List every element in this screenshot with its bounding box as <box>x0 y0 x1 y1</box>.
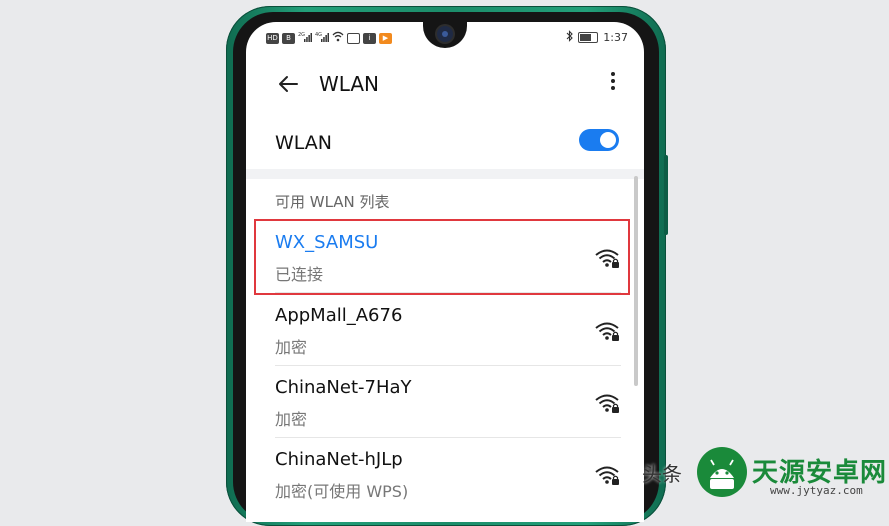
section-separator <box>246 169 644 179</box>
toggle-knob <box>600 132 616 148</box>
svg-text:4G: 4G <box>315 32 322 38</box>
watermark-toutiao: 头条 <box>642 462 682 486</box>
arrow-left-icon[interactable] <box>276 72 300 96</box>
watermark-site-url: www.jytyaz.com <box>770 484 863 497</box>
list-divider <box>275 292 621 293</box>
network-status: 加密 <box>275 410 308 429</box>
network-item-chinanet-hjlp[interactable]: ChinaNet-hJLp 加密(可使用 WPS) <box>246 439 644 509</box>
signal-4g-icon: 4G <box>315 31 329 46</box>
b-icon: B <box>282 32 295 44</box>
network-name: ChinaNet-7HaY <box>275 377 412 398</box>
front-camera-icon <box>437 26 453 42</box>
android-logo-icon <box>697 447 747 497</box>
wifi-locked-icon <box>595 322 619 341</box>
phone-side-key <box>664 155 668 235</box>
svg-text:2G: 2G <box>298 32 305 38</box>
app-header: WLAN <box>246 66 644 106</box>
play-icon: ▶ <box>379 32 392 44</box>
network-name: AppMall_A676 <box>275 305 403 326</box>
network-item-appmall[interactable]: AppMall_A676 加密 <box>246 295 644 365</box>
list-divider <box>275 437 621 438</box>
bluetooth-icon <box>566 30 574 45</box>
status-time: 1:37 <box>603 31 628 44</box>
more-vert-icon[interactable] <box>608 70 618 96</box>
wifi-status-icon <box>332 31 344 46</box>
image-icon <box>347 32 360 44</box>
notch <box>423 22 467 48</box>
status-bar-left: HD B 2G 4G i ▶ <box>266 31 392 45</box>
wifi-locked-icon <box>595 249 619 268</box>
wifi-locked-icon <box>595 394 619 413</box>
available-networks-label: 可用 WLAN 列表 <box>275 193 390 211</box>
wifi-locked-icon <box>595 466 619 485</box>
info-icon: i <box>363 32 376 44</box>
network-item-chinanet-7hay[interactable]: ChinaNet-7HaY 加密 <box>246 367 644 437</box>
network-status: 加密(可使用 WPS) <box>275 482 409 501</box>
network-name: ChinaNet-hJLp <box>275 449 403 470</box>
wlan-toggle-label: WLAN <box>275 132 333 154</box>
signal-2g-icon: 2G <box>298 31 312 46</box>
status-bar-right: 1:37 <box>566 30 628 45</box>
network-status: 已连接 <box>275 265 324 284</box>
network-item-wx-samsu[interactable]: WX_SAMSU 已连接 <box>246 222 644 292</box>
phone-screen: HD B 2G 4G i ▶ 1:37 WLAN WLAN 可用 WLAN 列表 <box>246 22 644 522</box>
battery-icon <box>578 32 599 43</box>
page-title: WLAN <box>319 72 380 96</box>
wlan-toggle-switch[interactable] <box>579 129 619 151</box>
wlan-toggle-row[interactable]: WLAN <box>246 122 644 166</box>
network-name: WX_SAMSU <box>275 232 379 253</box>
network-status: 加密 <box>275 338 308 357</box>
list-divider <box>275 365 621 366</box>
hd-icon: HD <box>266 32 279 44</box>
